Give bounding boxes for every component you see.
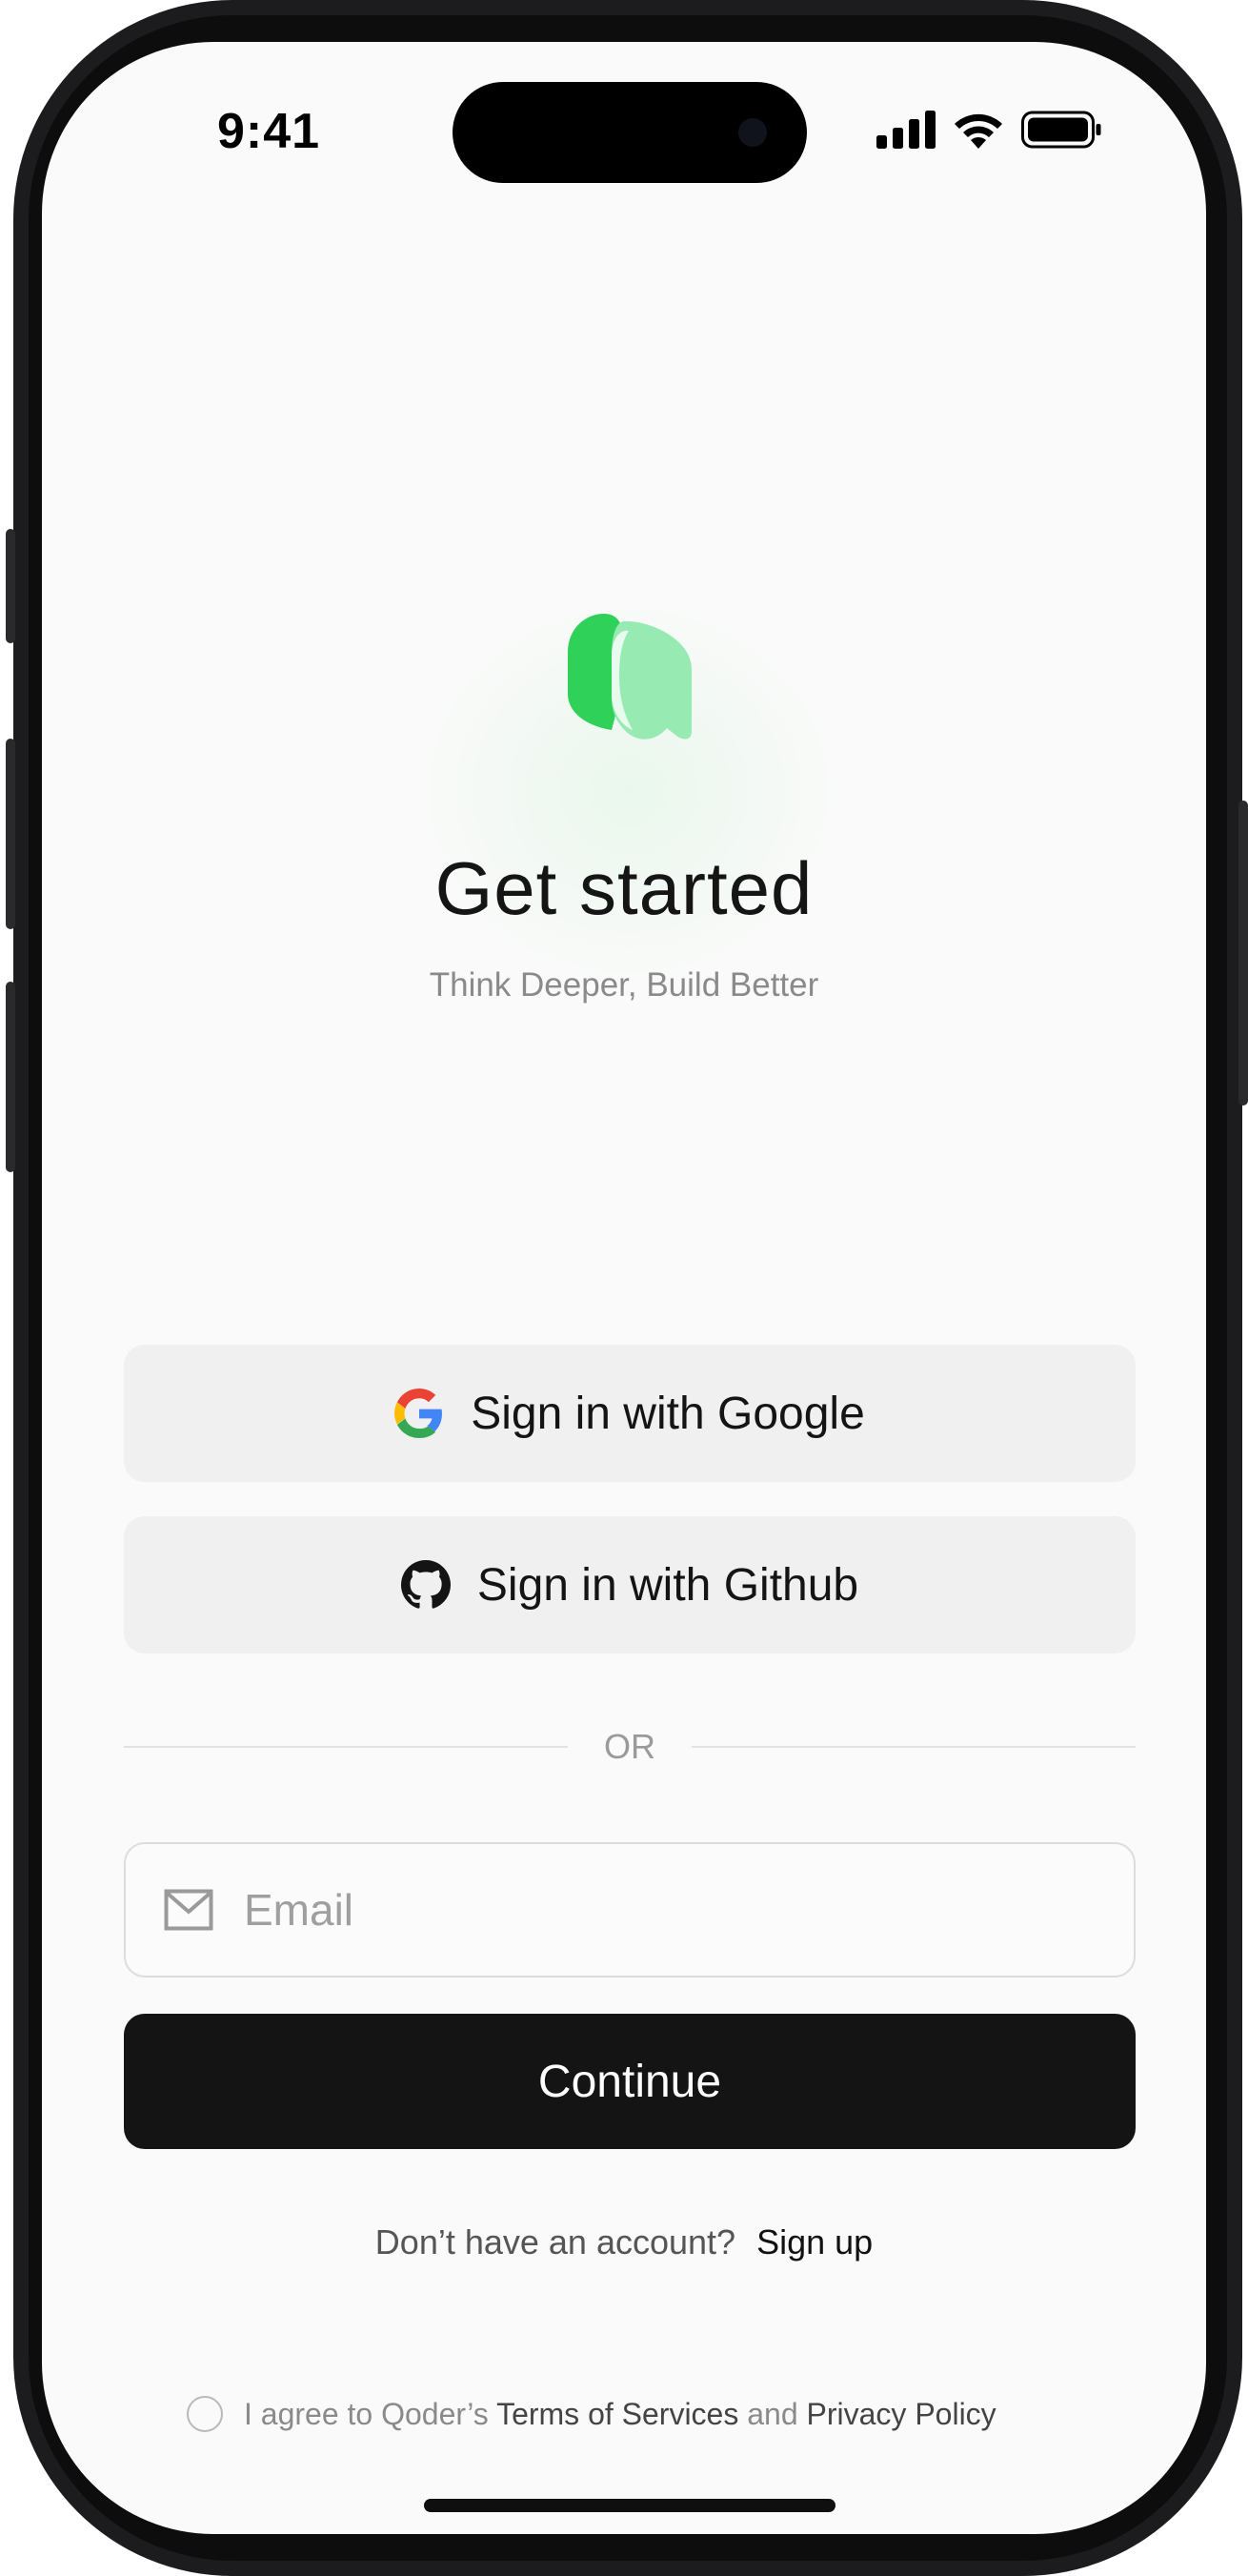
page-subtitle: Think Deeper, Build Better bbox=[429, 966, 819, 1004]
continue-button[interactable]: Continue bbox=[124, 2014, 1136, 2149]
signup-link[interactable]: Sign up bbox=[756, 2222, 873, 2262]
github-signin-button[interactable]: Sign in with Github bbox=[124, 1516, 1136, 1653]
divider-right bbox=[692, 1746, 1136, 1748]
terms-text: I agree to Qoder’s Terms of Services and… bbox=[244, 2397, 996, 2432]
email-input[interactable] bbox=[242, 1883, 1084, 1937]
qoder-logo-icon bbox=[568, 614, 692, 740]
action-button bbox=[6, 529, 15, 643]
signup-prompt: Don’t have an account? bbox=[374, 2222, 736, 2262]
email-field-container bbox=[124, 1842, 1136, 1978]
mail-icon bbox=[164, 1889, 213, 1931]
terms-row: I agree to Qoder’s Terms of Services and… bbox=[187, 2396, 996, 2432]
home-indicator[interactable] bbox=[424, 2499, 835, 2512]
github-signin-label: Sign in with Github bbox=[476, 1559, 859, 1611]
continue-label: Continue bbox=[537, 2056, 722, 2107]
google-signin-button[interactable]: Sign in with Google bbox=[124, 1345, 1136, 1482]
signup-prompt-row: Don’t have an account? Sign up bbox=[0, 2222, 1248, 2262]
google-icon bbox=[394, 1389, 443, 1438]
divider-left bbox=[124, 1746, 568, 1748]
terms-checkbox[interactable] bbox=[187, 2396, 223, 2432]
github-icon bbox=[400, 1560, 451, 1609]
dynamic-island bbox=[453, 82, 807, 183]
terms-of-services-link[interactable]: Terms of Services bbox=[496, 2397, 738, 2431]
terms-conjunction: and bbox=[747, 2396, 798, 2431]
terms-prefix: I agree to Qoder’s bbox=[244, 2396, 489, 2431]
google-signin-label: Sign in with Google bbox=[471, 1388, 865, 1439]
page-title: Get started bbox=[434, 846, 814, 930]
front-camera bbox=[738, 118, 767, 147]
screen bbox=[42, 42, 1206, 2534]
battery-icon bbox=[1021, 111, 1101, 149]
volume-down-button bbox=[6, 982, 15, 1172]
or-divider-label: OR bbox=[604, 1727, 655, 1766]
cellular-signal-icon bbox=[876, 111, 936, 149]
status-icons bbox=[876, 111, 1101, 149]
privacy-policy-link[interactable]: Privacy Policy bbox=[807, 2397, 996, 2431]
status-time: 9:41 bbox=[217, 104, 321, 159]
wifi-icon bbox=[955, 113, 1002, 149]
